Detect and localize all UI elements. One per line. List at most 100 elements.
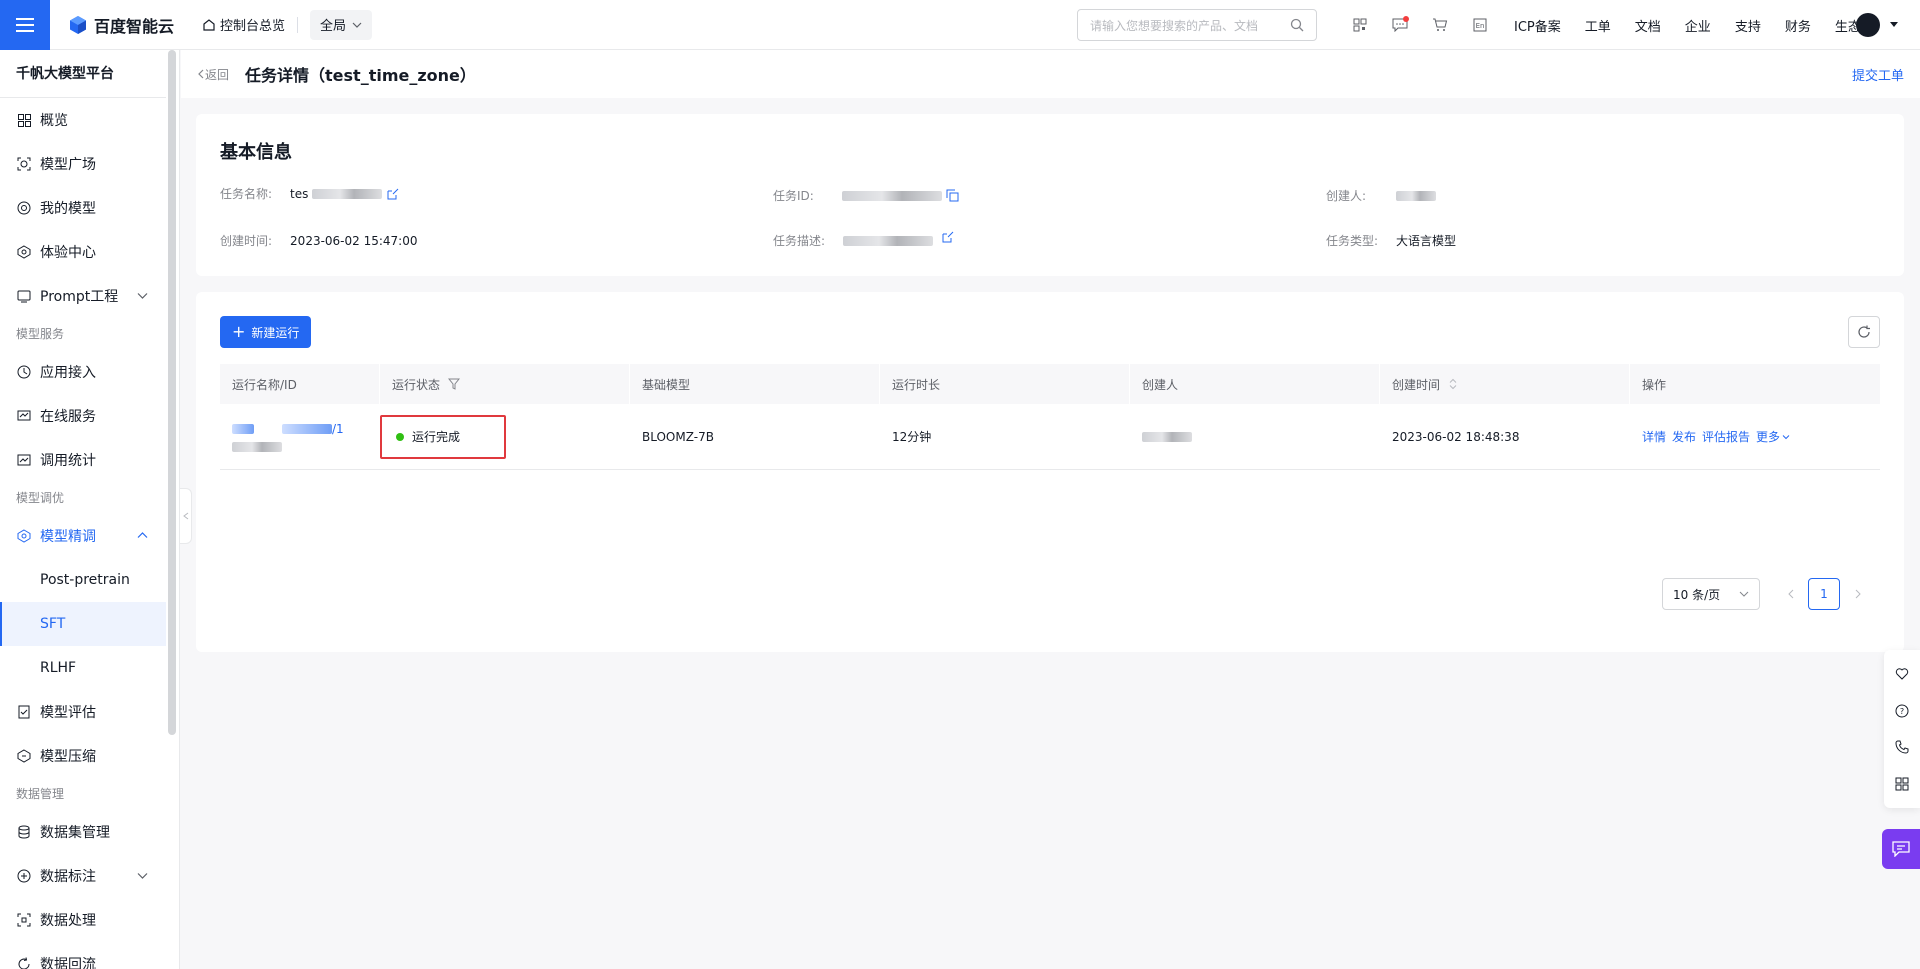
sidebar-item-app-access[interactable]: 应用接入 <box>0 350 166 394</box>
run-name-link[interactable]: /1 <box>232 422 344 436</box>
console-home-link[interactable]: 控制台总览 <box>202 15 285 34</box>
sidebar-item-prompt[interactable]: Prompt工程 <box>0 274 166 318</box>
chevron-up-icon <box>137 532 148 538</box>
apps-icon[interactable] <box>1895 777 1909 791</box>
top-link-enterprise[interactable]: 企业 <box>1685 16 1711 35</box>
created-time-label: 创建时间: <box>220 234 273 248</box>
field-task-name: 任务名称: tes <box>220 185 400 202</box>
search-placeholder: 请输入您想要搜索的产品、文档 <box>1090 18 1259 33</box>
edit-icon[interactable] <box>941 230 955 244</box>
top-link-ticket[interactable]: 工单 <box>1585 16 1611 35</box>
refresh-icon <box>1858 325 1870 338</box>
sidebar-collapse-handle[interactable] <box>180 488 192 544</box>
col-label: 运行时长 <box>892 377 941 392</box>
sidebar-item-model-eval[interactable]: 模型评估 <box>0 690 166 734</box>
cell-duration: 12分钟 <box>892 430 932 444</box>
sidebar-item-online-service[interactable]: 在线服务 <box>0 394 166 438</box>
qrcode-icon[interactable] <box>1340 0 1380 50</box>
eval-icon <box>16 704 32 720</box>
task-id-label: 任务ID: <box>773 189 814 203</box>
cart-icon[interactable] <box>1420 0 1460 50</box>
cell-run-status: 运行完成 <box>380 404 630 470</box>
sidebar-item-data-process[interactable]: 数据处理 <box>0 898 166 942</box>
filter-icon[interactable] <box>448 378 461 390</box>
page-size-label: 10 条/页 <box>1673 587 1721 602</box>
sidebar-item-label: 体验中心 <box>40 245 96 261</box>
sidebar-item-label: 模型压缩 <box>40 749 96 765</box>
avatar[interactable] <box>1856 13 1880 37</box>
col-actions: 操作 <box>1630 364 1880 404</box>
more-dropdown[interactable]: 更多 <box>1756 428 1790 445</box>
publish-link[interactable]: 发布 <box>1672 428 1696 445</box>
caret-down-icon[interactable] <box>1890 22 1898 27</box>
col-duration: 运行时长 <box>880 364 1130 404</box>
sidebar-item-post-pretrain[interactable]: Post-pretrain <box>0 558 166 602</box>
sidebar-title: 千帆大模型平台 <box>0 50 166 98</box>
heart-icon[interactable] <box>1895 667 1909 681</box>
search-input[interactable]: 请输入您想要搜索的产品、文档 <box>1077 9 1317 41</box>
task-name-value: tes <box>290 186 309 201</box>
cell-run-name[interactable]: /1 <box>220 404 380 470</box>
redacted-text <box>312 188 383 199</box>
top-link-finance[interactable]: 财务 <box>1785 16 1811 35</box>
top-icon-group: En ICP备案 工单 文档 企业 支持 财务 生态 <box>1340 0 1885 50</box>
submit-ticket-link[interactable]: 提交工单 <box>1852 65 1904 84</box>
language-icon[interactable]: En <box>1460 0 1500 50</box>
top-link-docs[interactable]: 文档 <box>1635 16 1661 35</box>
sidebar-item-my-models[interactable]: 我的模型 <box>0 186 166 230</box>
edit-icon[interactable] <box>386 187 400 201</box>
brand-logo[interactable]: 百度智能云 <box>68 13 174 37</box>
experience-icon <box>16 244 32 260</box>
field-task-type: 任务类型: 大语言模型 <box>1326 232 1456 249</box>
sidebar-item-sft[interactable]: SFT <box>0 602 166 646</box>
sidebar-item-dataset[interactable]: 数据集管理 <box>0 810 166 854</box>
sort-icon[interactable] <box>1448 378 1458 390</box>
new-run-label: 新建运行 <box>251 325 300 340</box>
task-type-value: 大语言模型 <box>1396 234 1457 248</box>
col-label: 操作 <box>1642 377 1667 392</box>
divider <box>297 16 299 33</box>
sidebar-item-data-reflow[interactable]: 数据回流 <box>0 942 166 969</box>
sidebar-item-model-plaza[interactable]: 模型广场 <box>0 142 166 186</box>
chat-button[interactable] <box>1882 829 1920 869</box>
run-id-suffix: /1 <box>332 421 344 436</box>
next-page-button[interactable] <box>1844 578 1872 610</box>
prev-page-button[interactable] <box>1776 578 1804 610</box>
eval-report-link[interactable]: 评估报告 <box>1702 428 1750 445</box>
sidebar-item-label: 模型广场 <box>40 157 96 173</box>
sidebar-item-label: 数据处理 <box>40 913 96 929</box>
sidebar-item-label: 调用统计 <box>40 453 96 469</box>
sidebar-item-rlhf[interactable]: RLHF <box>0 646 166 690</box>
runs-table: 运行名称/ID 运行状态 基础模型 运行时长 创建人 创建时间 操作 /1 运行… <box>220 364 1880 470</box>
sidebar-item-label: 概览 <box>40 113 68 129</box>
region-select[interactable]: 全局 <box>310 9 373 40</box>
detail-link[interactable]: 详情 <box>1642 428 1666 445</box>
sidebar-item-call-stats[interactable]: 调用统计 <box>0 438 166 482</box>
sidebar-item-fine-tuning[interactable]: 模型精调 <box>0 514 166 558</box>
stats-icon <box>16 452 32 468</box>
sidebar-scrollbar[interactable] <box>168 50 176 735</box>
sidebar-item-experience[interactable]: 体验中心 <box>0 230 166 274</box>
home-icon <box>203 18 215 31</box>
menu-icon[interactable] <box>0 0 50 50</box>
sidebar-item-label: 模型评估 <box>40 705 96 721</box>
top-link-icp[interactable]: ICP备案 <box>1514 16 1561 35</box>
message-icon[interactable] <box>1380 0 1420 50</box>
redacted-text <box>1396 190 1437 201</box>
basic-info-card: 基本信息 任务名称: tes 任务ID: 创建人: 创建时间: 2023-06-… <box>196 114 1904 276</box>
phone-icon[interactable] <box>1895 740 1909 754</box>
copy-icon[interactable] <box>946 189 959 202</box>
created-time-value: 2023-06-02 15:47:00 <box>290 233 418 248</box>
top-link-support[interactable]: 支持 <box>1735 16 1761 35</box>
task-desc-label: 任务描述: <box>773 234 826 248</box>
help-icon[interactable]: ? <box>1895 704 1909 718</box>
search-icon[interactable] <box>1290 18 1304 32</box>
sidebar-item-overview[interactable]: 概览 <box>0 98 166 142</box>
new-run-button[interactable]: + 新建运行 <box>220 316 312 348</box>
sidebar-item-data-label[interactable]: 数据标注 <box>0 854 166 898</box>
refresh-button[interactable] <box>1848 316 1880 348</box>
page-size-select[interactable]: 10 条/页 <box>1662 578 1760 610</box>
back-link[interactable]: 返回 <box>197 66 229 83</box>
page-number-current[interactable]: 1 <box>1808 578 1840 610</box>
sidebar-item-model-compress[interactable]: 模型压缩 <box>0 734 166 778</box>
